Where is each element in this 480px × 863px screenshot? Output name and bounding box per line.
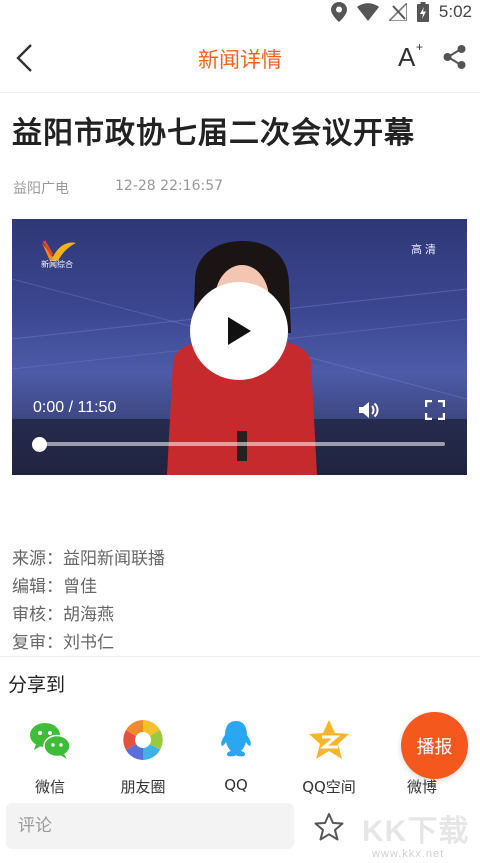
article-source: 益阳广电 bbox=[13, 181, 69, 197]
credit-label: 来源： bbox=[12, 549, 63, 569]
watermark: KK下载 www.kkx.net bbox=[358, 806, 478, 862]
credit-label: 编辑： bbox=[12, 577, 63, 597]
share-divider bbox=[0, 656, 480, 657]
no-signal-icon bbox=[388, 3, 407, 21]
video-progress-knob[interactable] bbox=[32, 437, 47, 452]
credit-label: 复审： bbox=[12, 633, 63, 653]
credit-final-reviewer: 复审：刘书仁 bbox=[12, 629, 165, 657]
video-player[interactable]: 新闻综合 高清 0:00 / 11:50 bbox=[12, 219, 467, 475]
share-title: 分享到 bbox=[8, 674, 66, 696]
wechat-icon bbox=[30, 723, 71, 759]
quality-badge: 高清 bbox=[411, 243, 439, 256]
article-datetime: 12-28 22:16:57 bbox=[115, 178, 224, 194]
watermark-url: www.kkx.net bbox=[372, 848, 445, 860]
font-size-button[interactable]: A + bbox=[396, 40, 428, 74]
volume-icon bbox=[359, 402, 379, 418]
credit-value: 刘书仁 bbox=[63, 633, 114, 653]
channel-logo-text: 新闻综合 bbox=[41, 260, 73, 269]
video-progress-track[interactable] bbox=[42, 442, 445, 446]
share-icon bbox=[443, 45, 466, 69]
share-label: QQ空间 bbox=[302, 778, 356, 794]
credit-value: 曾佳 bbox=[63, 577, 97, 597]
share-label: QQ bbox=[224, 776, 248, 794]
video-duration: 11:50 bbox=[77, 399, 117, 416]
credit-source: 来源：益阳新闻联播 bbox=[12, 545, 165, 573]
share-moments[interactable]: 朋友圈 bbox=[105, 712, 181, 794]
volume-button[interactable] bbox=[358, 399, 380, 421]
app-bar-divider bbox=[0, 92, 480, 93]
moments-icon bbox=[123, 720, 163, 760]
share-label: 朋友圈 bbox=[120, 778, 166, 794]
fullscreen-icon bbox=[424, 399, 446, 421]
credit-value: 益阳新闻联播 bbox=[63, 549, 165, 569]
broadcast-fab[interactable]: 播报 bbox=[401, 712, 468, 779]
credit-editor: 编辑：曾佳 bbox=[12, 573, 165, 601]
status-bar: 5:02 bbox=[0, 0, 480, 24]
share-qq[interactable]: QQ bbox=[198, 712, 274, 794]
share-label: 微博 bbox=[406, 778, 437, 794]
credit-reviewer: 审核：胡海燕 bbox=[12, 601, 165, 629]
comment-input[interactable] bbox=[6, 803, 294, 849]
bottom-bar: KK下载 www.kkx.net bbox=[0, 794, 480, 863]
video-timecode: 0:00 / 11:50 bbox=[33, 399, 116, 417]
qq-icon bbox=[221, 721, 251, 757]
share-wechat[interactable]: 微信 bbox=[12, 712, 88, 794]
star-outline-icon bbox=[314, 813, 344, 841]
video-current-time: 0:00 bbox=[33, 399, 65, 416]
article-title: 益阳市政协七届二次会议开幕 bbox=[12, 116, 415, 151]
play-icon bbox=[228, 317, 251, 345]
share-button[interactable] bbox=[442, 44, 470, 72]
article-credits: 来源：益阳新闻联播 编辑：曾佳 审核：胡海燕 复审：刘书仁 bbox=[12, 545, 165, 657]
favorite-button[interactable] bbox=[314, 812, 344, 842]
play-button[interactable] bbox=[190, 282, 288, 380]
channel-logo bbox=[42, 240, 76, 261]
credit-value: 胡海燕 bbox=[63, 605, 114, 625]
battery-charging-icon bbox=[416, 2, 429, 22]
credit-label: 审核： bbox=[12, 605, 63, 625]
status-time: 5:02 bbox=[438, 2, 472, 21]
app-bar: 新闻详情 A + bbox=[0, 28, 480, 88]
watermark-main: KK下载 bbox=[362, 815, 470, 848]
fullscreen-button[interactable] bbox=[424, 399, 446, 421]
article-meta: 益阳广电 12-28 22:16:57 bbox=[13, 178, 223, 198]
wifi-icon bbox=[356, 3, 379, 21]
location-icon bbox=[330, 2, 347, 22]
share-qzone[interactable]: QQ空间 bbox=[291, 712, 367, 794]
font-size-icon: A bbox=[398, 42, 416, 72]
video-time-separator: / bbox=[64, 399, 78, 416]
share-label: 微信 bbox=[34, 778, 65, 794]
font-size-plus: + bbox=[416, 40, 424, 54]
qzone-icon bbox=[309, 720, 349, 759]
status-icons: 5:02 bbox=[330, 2, 472, 22]
